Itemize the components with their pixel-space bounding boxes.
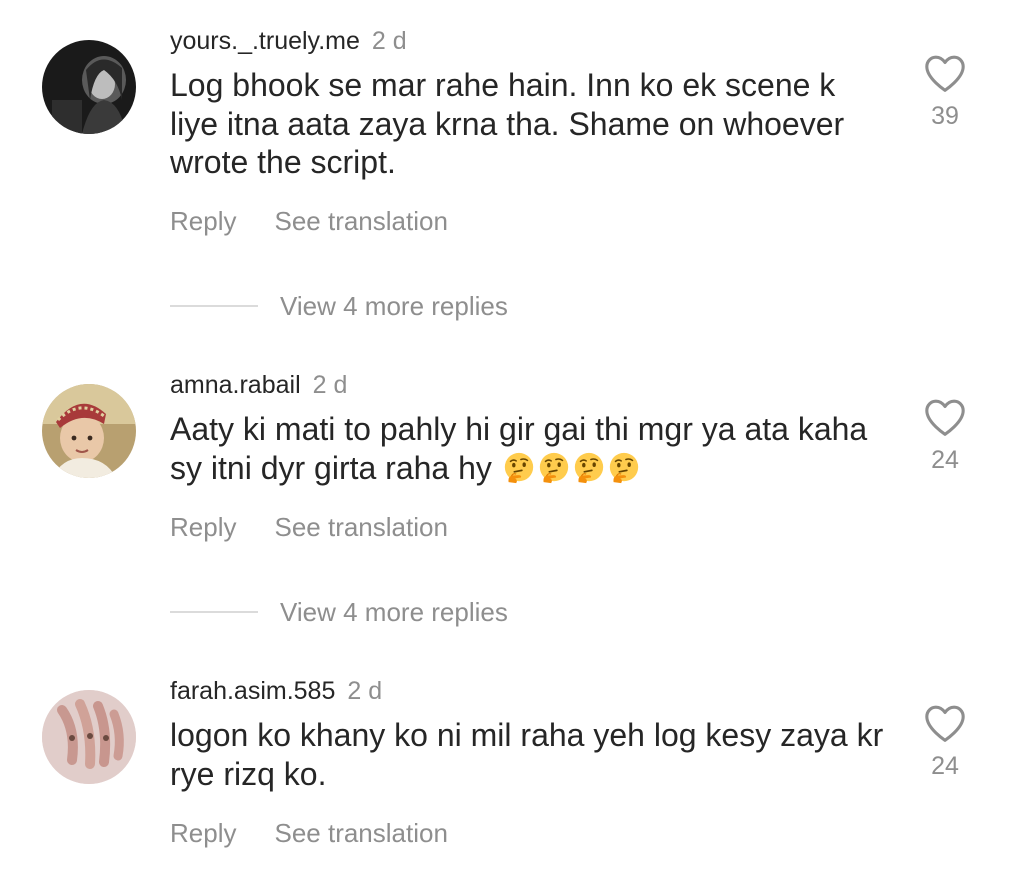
thinking-face-emoji xyxy=(537,451,571,485)
replies-divider xyxy=(170,305,258,307)
avatar[interactable] xyxy=(42,690,136,784)
comment-header: farah.asim.585 2 d xyxy=(170,676,382,706)
comment-text: Log bhook se mar rahe hain. Inn ko ek sc… xyxy=(170,67,845,180)
username[interactable]: amna.rabail xyxy=(170,371,301,399)
see-translation-button[interactable]: See translation xyxy=(274,206,447,236)
reaction-emoji-row xyxy=(501,450,641,486)
like-count: 24 xyxy=(931,446,959,474)
like-count: 39 xyxy=(931,102,959,130)
like-control: 24 xyxy=(920,397,970,475)
heart-outline-icon[interactable] xyxy=(923,53,967,93)
heart-outline-icon[interactable] xyxy=(923,397,967,437)
comment-actions: Reply See translation xyxy=(170,818,448,848)
view-replies-button[interactable]: View 4 more replies xyxy=(280,596,508,628)
comment-actions: Reply See translation xyxy=(170,206,448,236)
comments-panel: yours._.truely.me 2 d Log bhook se mar ra… xyxy=(0,0,1024,876)
like-count: 24 xyxy=(931,752,959,780)
comment-header: amna.rabail 2 d xyxy=(170,370,347,400)
avatar[interactable] xyxy=(42,384,136,478)
comment-actions: Reply See translation xyxy=(170,512,448,542)
username[interactable]: yours._.truely.me xyxy=(170,27,360,55)
view-replies-button[interactable]: View 4 more replies xyxy=(280,290,508,322)
heart-outline-icon[interactable] xyxy=(923,703,967,743)
timestamp: 2 d xyxy=(371,27,407,55)
reply-button[interactable]: Reply xyxy=(170,512,236,542)
thinking-face-emoji xyxy=(607,451,641,485)
reply-button[interactable]: Reply xyxy=(170,206,236,236)
username[interactable]: farah.asim.585 xyxy=(170,677,335,705)
like-control: 39 xyxy=(920,53,970,131)
comment-text: logon ko khany ko ni mil raha yeh log ke… xyxy=(170,717,884,792)
replies-divider xyxy=(170,611,258,613)
reply-button[interactable]: Reply xyxy=(170,818,236,848)
see-translation-button[interactable]: See translation xyxy=(274,512,447,542)
see-translation-button[interactable]: See translation xyxy=(274,818,447,848)
like-control: 24 xyxy=(920,703,970,781)
comment-text: Aaty ki mati to pahly hi gir gai thi mgr… xyxy=(170,410,890,487)
timestamp: 2 d xyxy=(347,677,383,705)
thinking-face-emoji xyxy=(502,451,536,485)
comment-header: yours._.truely.me 2 d xyxy=(170,26,407,56)
avatar[interactable] xyxy=(42,40,136,134)
timestamp: 2 d xyxy=(312,371,348,399)
thinking-face-emoji xyxy=(572,451,606,485)
